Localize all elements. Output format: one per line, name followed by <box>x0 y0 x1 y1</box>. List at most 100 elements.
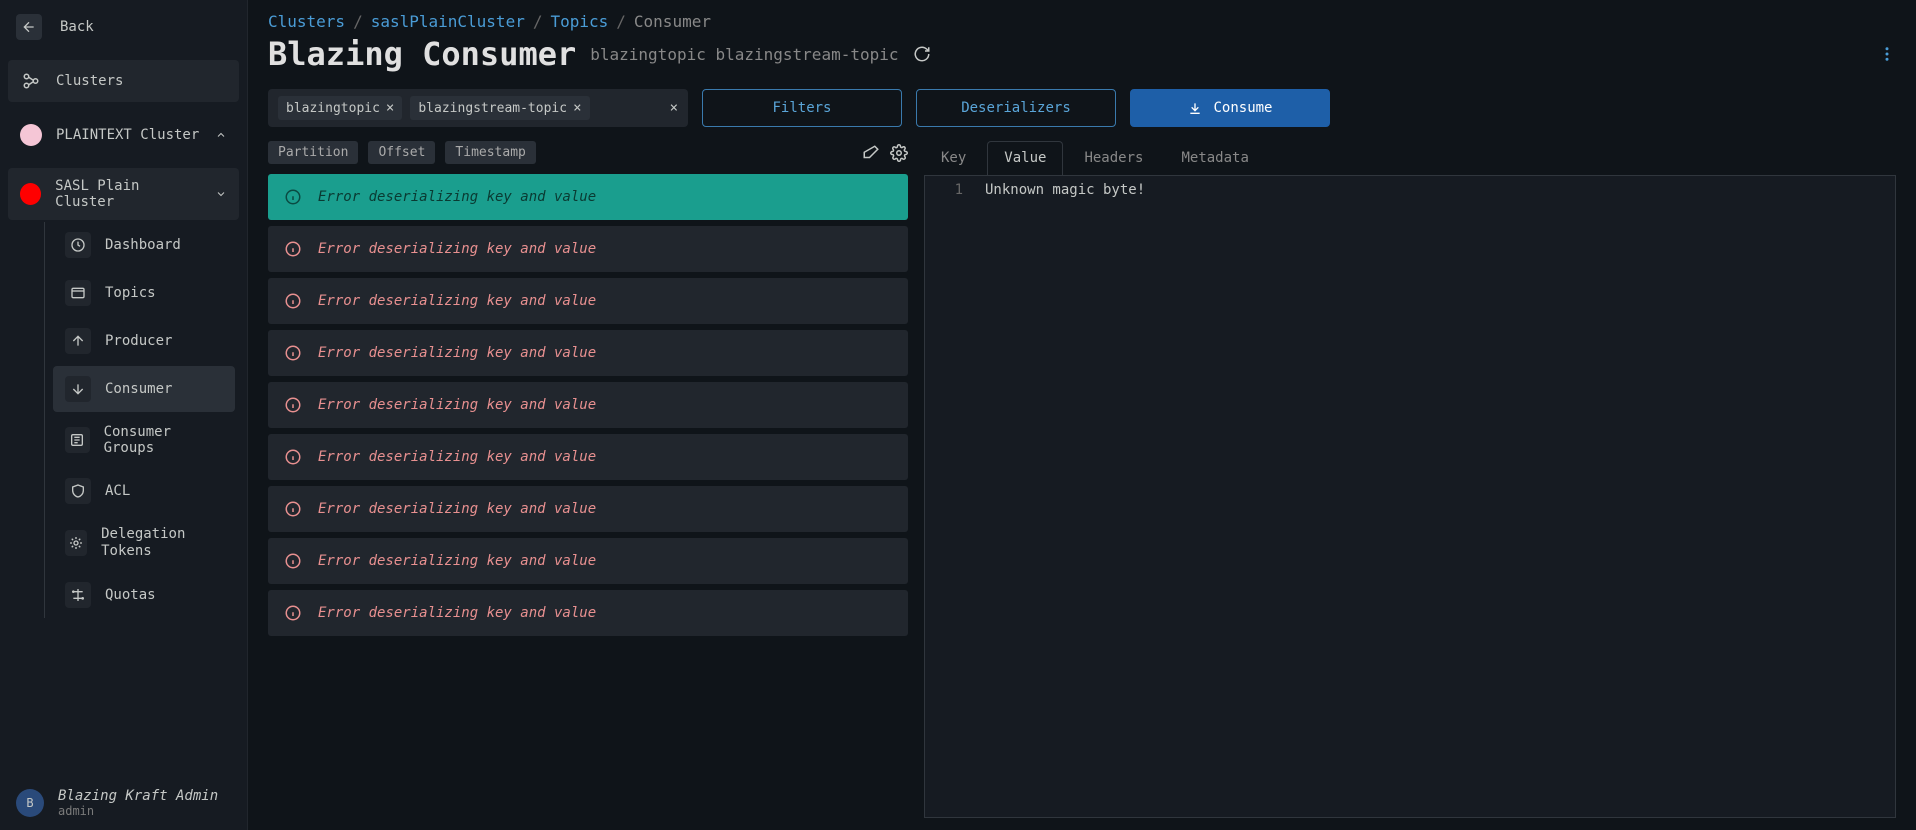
breadcrumb-sep: / <box>353 12 363 31</box>
download-icon <box>1187 100 1203 116</box>
consume-button[interactable]: Consume <box>1130 89 1330 127</box>
sidebar-cluster-plaintext[interactable]: PLAINTEXT Cluster <box>8 114 239 156</box>
tab-headers[interactable]: Headers <box>1067 141 1160 175</box>
record-row[interactable]: Error deserializing key and value <box>268 382 908 428</box>
consume-label: Consume <box>1213 100 1272 116</box>
breadcrumb-sep: / <box>616 12 626 31</box>
record-text: Error deserializing key and value <box>318 293 596 309</box>
detail-panel: Key Value Headers Metadata 1 Unknown mag… <box>924 141 1896 818</box>
breadcrumb-link[interactable]: Clusters <box>268 12 345 31</box>
chip: blazingtopic × <box>278 96 402 120</box>
info-icon <box>284 604 302 622</box>
clusters-label: Clusters <box>56 73 123 89</box>
record-text: Error deserializing key and value <box>318 241 596 257</box>
breadcrumb-current: Consumer <box>634 12 711 31</box>
record-row[interactable]: Error deserializing key and value <box>268 226 908 272</box>
breadcrumb-link[interactable]: Topics <box>550 12 608 31</box>
sidebar-item-label: Consumer <box>105 381 172 397</box>
info-icon <box>284 552 302 570</box>
record-row[interactable]: Error deserializing key and value <box>268 590 908 636</box>
record-row[interactable]: Error deserializing key and value <box>268 538 908 584</box>
dashboard-icon <box>65 232 91 258</box>
groups-icon <box>65 427 90 453</box>
sidebar-item-quotas[interactable]: Quotas <box>53 572 235 618</box>
user-name: Blazing Kraft Admin <box>58 788 218 804</box>
token-icon <box>65 530 87 556</box>
record-row[interactable]: Error deserializing key and value <box>268 174 908 220</box>
topics-icon <box>65 280 91 306</box>
deserializers-button[interactable]: Deserializers <box>916 89 1116 127</box>
toolbar: blazingtopic × blazingstream-topic × × F… <box>268 89 1896 127</box>
col-offset: Offset <box>368 141 435 164</box>
clear-all-icon[interactable]: × <box>670 100 678 116</box>
back-label: Back <box>60 19 94 35</box>
info-icon <box>284 292 302 310</box>
sidebar-item-producer[interactable]: Producer <box>53 318 235 364</box>
chevron-down-icon <box>215 188 227 200</box>
record-text: Error deserializing key and value <box>318 449 596 465</box>
records-list: Error deserializing key and value Error d… <box>268 174 908 636</box>
sidebar-item-acl[interactable]: ACL <box>53 468 235 514</box>
sidebar-item-label: Quotas <box>105 587 156 603</box>
record-row[interactable]: Error deserializing key and value <box>268 486 908 532</box>
quotas-icon <box>65 582 91 608</box>
tab-value[interactable]: Value <box>987 141 1063 175</box>
title-row: Blazing Consumer blazingtopic blazingstr… <box>268 35 1896 73</box>
chip-label: blazingtopic <box>286 101 380 116</box>
record-text: Error deserializing key and value <box>318 189 596 205</box>
info-icon <box>284 188 302 206</box>
cluster-dot-icon <box>20 124 42 146</box>
clusters-icon <box>20 70 42 92</box>
record-row[interactable]: Error deserializing key and value <box>268 278 908 324</box>
avatar: B <box>16 789 44 817</box>
chip-remove-icon[interactable]: × <box>573 100 581 116</box>
producer-icon <box>65 328 91 354</box>
cluster-sasl-label: SASL Plain Cluster <box>55 178 201 210</box>
sidebar-item-consumer-groups[interactable]: Consumer Groups <box>53 414 235 466</box>
sidebar-item-dashboard[interactable]: Dashboard <box>53 222 235 268</box>
breadcrumb: Clusters / saslPlainCluster / Topics / C… <box>268 12 1896 31</box>
chip-label: blazingstream-topic <box>418 101 567 116</box>
record-row[interactable]: Error deserializing key and value <box>268 330 908 376</box>
records-panel: Partition Offset Timestamp Error deseria… <box>268 141 908 818</box>
sidebar-clusters[interactable]: Clusters <box>8 60 239 102</box>
title-subtitle: blazingtopic blazingstream-topic <box>590 45 898 64</box>
sidebar-item-label: Topics <box>105 285 156 301</box>
sidebar-item-topics[interactable]: Topics <box>53 270 235 316</box>
back-button[interactable]: Back <box>0 0 247 54</box>
col-timestamp: Timestamp <box>445 141 535 164</box>
topic-chips[interactable]: blazingtopic × blazingstream-topic × × <box>268 89 688 127</box>
sidebar-item-label: Consumer Groups <box>104 424 223 456</box>
more-menu-icon[interactable] <box>1878 45 1896 63</box>
info-icon <box>284 396 302 414</box>
refresh-icon[interactable] <box>913 45 931 63</box>
sidebar-cluster-sasl[interactable]: SASL Plain Cluster <box>8 168 239 220</box>
chip-remove-icon[interactable]: × <box>386 100 394 116</box>
record-text: Error deserializing key and value <box>318 501 596 517</box>
user-footer[interactable]: B Blazing Kraft Admin admin <box>0 776 247 830</box>
tab-key[interactable]: Key <box>924 141 983 175</box>
chevron-up-icon <box>215 129 227 141</box>
sidebar: Back Clusters PLAINTEXT Cluster SASL Pla… <box>0 0 248 830</box>
record-row[interactable]: Error deserializing key and value <box>268 434 908 480</box>
consumer-icon <box>65 376 91 402</box>
sidebar-item-label: Producer <box>105 333 172 349</box>
arrow-left-icon <box>16 14 42 40</box>
filters-button[interactable]: Filters <box>702 89 902 127</box>
sidebar-item-label: Dashboard <box>105 237 181 253</box>
editor[interactable]: 1 Unknown magic byte! <box>924 175 1896 818</box>
breadcrumb-link[interactable]: saslPlainCluster <box>371 12 525 31</box>
user-role: admin <box>58 804 218 818</box>
tab-metadata[interactable]: Metadata <box>1164 141 1265 175</box>
gear-icon[interactable] <box>890 144 908 162</box>
sidebar-item-consumer[interactable]: Consumer <box>53 366 235 412</box>
eraser-icon[interactable] <box>862 144 880 162</box>
sidebar-item-delegation-tokens[interactable]: Delegation Tokens <box>53 516 235 570</box>
column-headers: Partition Offset Timestamp <box>268 141 908 164</box>
info-icon <box>284 448 302 466</box>
info-icon <box>284 240 302 258</box>
cluster-plaintext-label: PLAINTEXT Cluster <box>56 127 199 143</box>
editor-content: Unknown magic byte! <box>975 176 1895 817</box>
record-text: Error deserializing key and value <box>318 605 596 621</box>
chip: blazingstream-topic × <box>410 96 589 120</box>
